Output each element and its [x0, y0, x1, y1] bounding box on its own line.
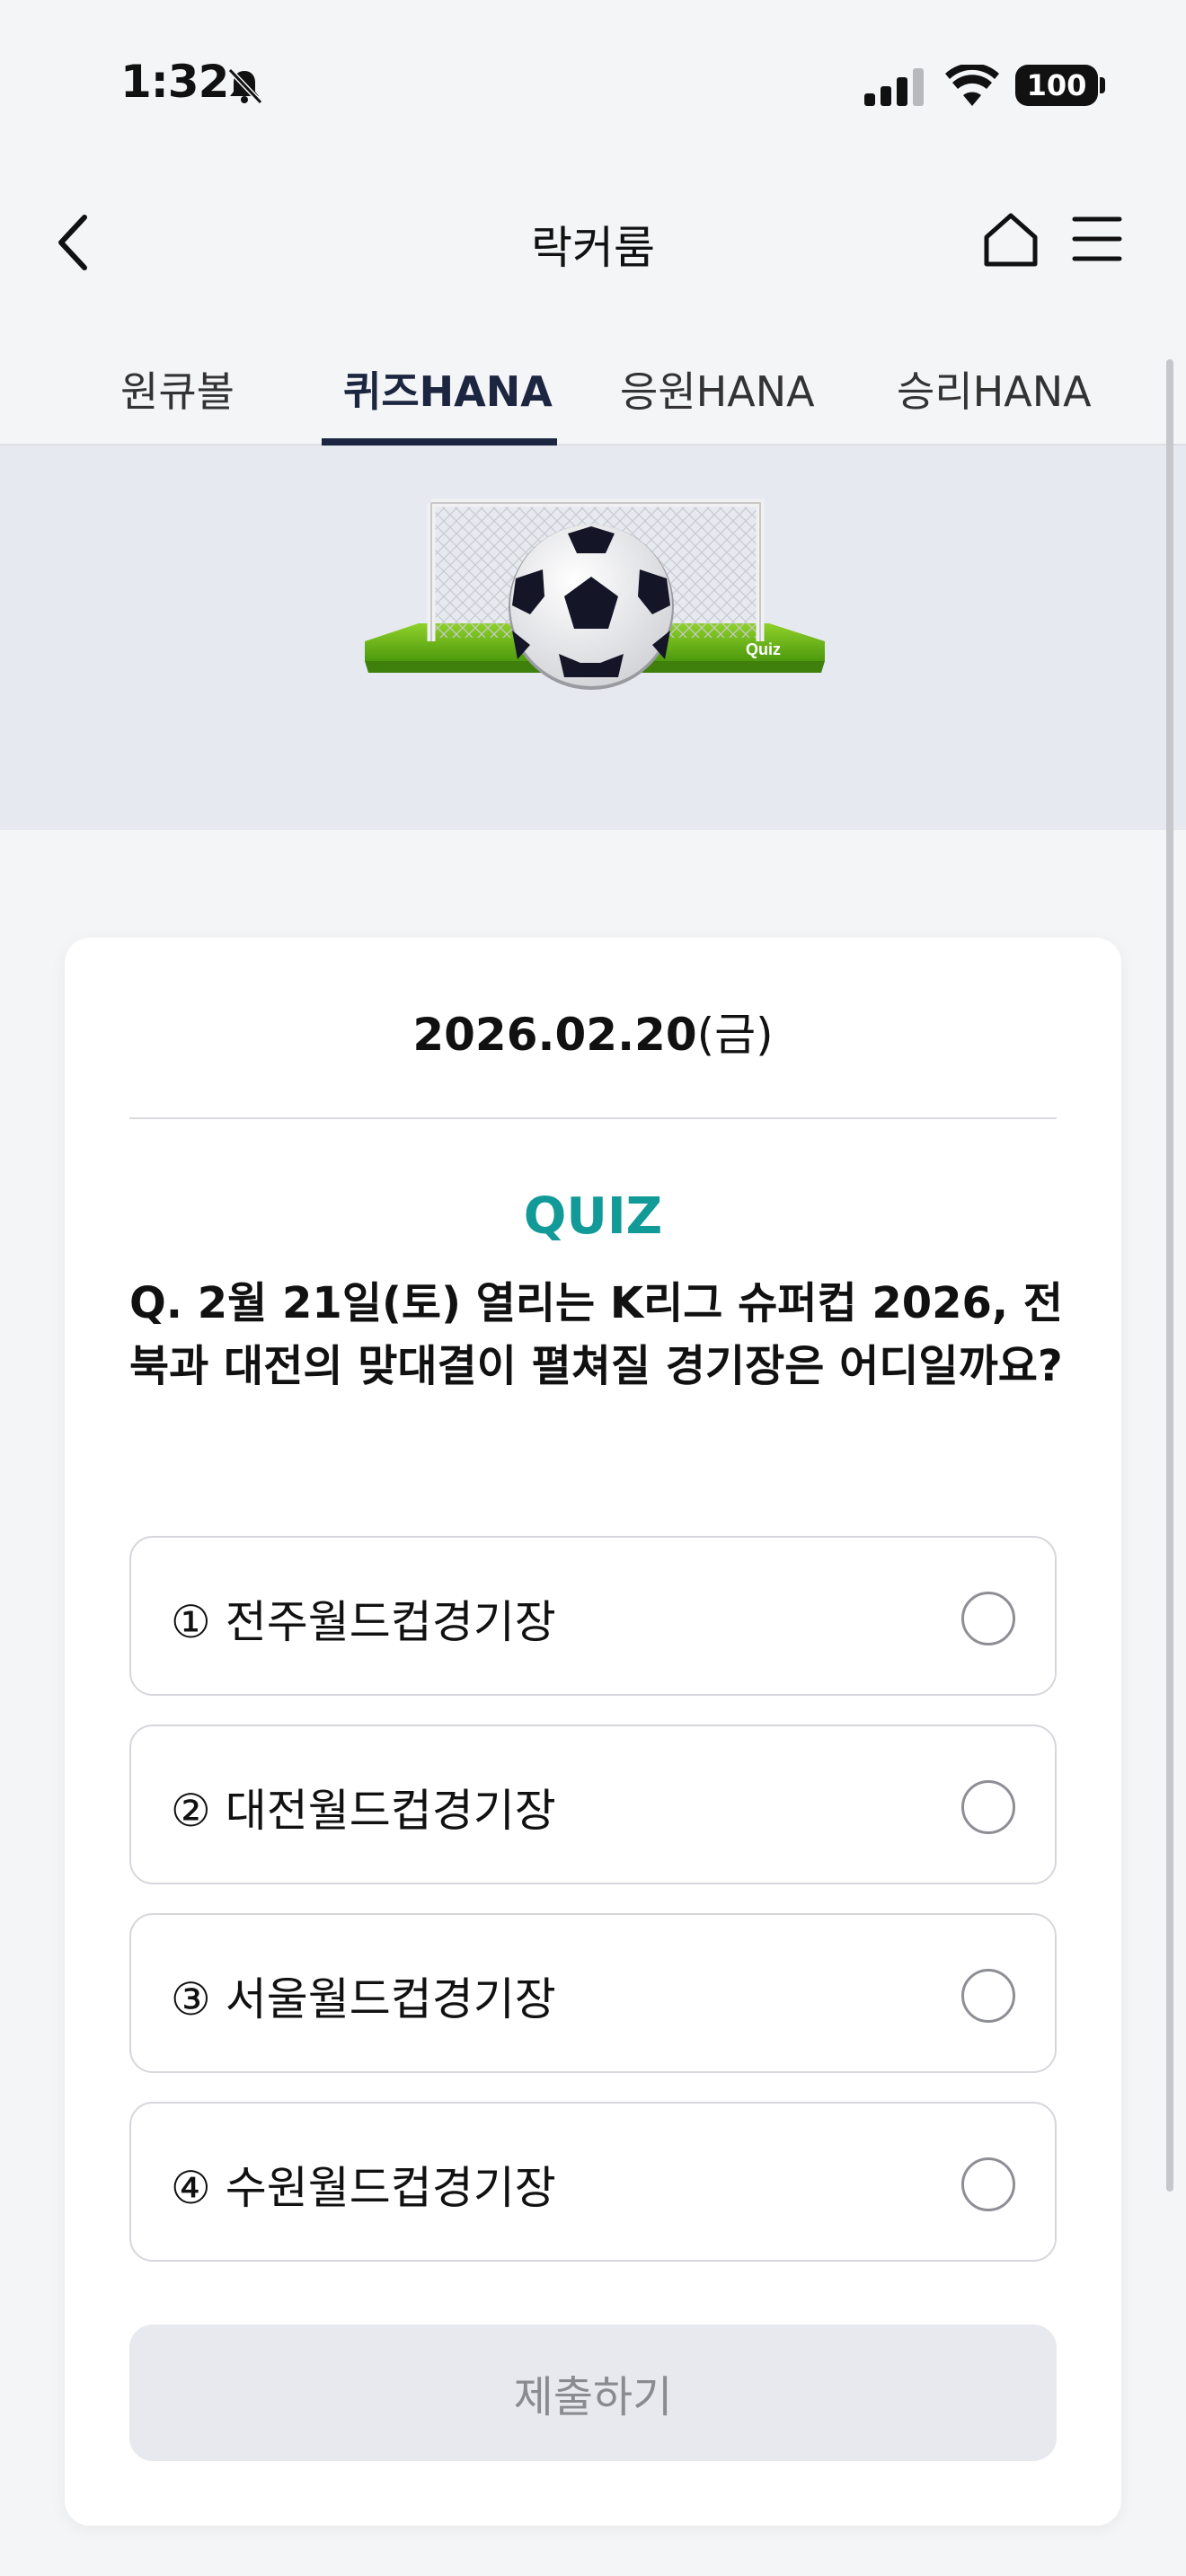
- option-1[interactable]: ① 전주월드컵경기장: [129, 1536, 1057, 1696]
- option-label: ③ 서울월드컵경기장: [171, 1973, 556, 2025]
- home-icon[interactable]: [981, 210, 1040, 269]
- divider: [129, 1117, 1057, 1119]
- battery-icon: 100: [1015, 65, 1098, 106]
- radio-icon[interactable]: [961, 2157, 1015, 2211]
- radio-icon[interactable]: [961, 1780, 1015, 1834]
- signal-icon: [864, 68, 924, 106]
- tab-bar: 원큐볼 퀴즈HANA 응원HANA 승리HANA: [0, 314, 1186, 446]
- tab-cheer-hana[interactable]: 응원HANA: [620, 359, 815, 419]
- battery-cap: [1100, 77, 1105, 93]
- option-label: ② 대전월드컵경기장: [171, 1785, 556, 1837]
- option-label: ④ 수원월드컵경기장: [171, 2162, 556, 2214]
- scrollbar[interactable]: [1166, 359, 1173, 2192]
- quiz-question: Q. 2월 21일(토) 열리는 K리그 슈퍼컵 2026, 전북과 대전의 맞…: [129, 1278, 1064, 1391]
- option-4[interactable]: ④ 수원월드컵경기장: [129, 2102, 1057, 2262]
- wifi-icon: [945, 65, 999, 106]
- battery-level: 100: [1026, 68, 1087, 102]
- status-time: 1:32: [120, 56, 229, 108]
- tab-victory-hana[interactable]: 승리HANA: [897, 359, 1092, 419]
- status-bar: 1:32 100: [0, 0, 1186, 171]
- radio-icon[interactable]: [961, 1592, 1015, 1645]
- quiz-weekday: (금): [696, 1009, 774, 1061]
- option-2[interactable]: ② 대전월드컵경기장: [129, 1725, 1057, 1884]
- active-tab-indicator: [322, 438, 557, 446]
- quiz-card: 2026.02.20(금) QUIZ Q. 2월 21일(토) 열리는 K리그 …: [65, 938, 1121, 2526]
- quiz-date: 2026.02.20(금): [65, 999, 1121, 1063]
- submit-button[interactable]: 제출하기: [129, 2325, 1057, 2461]
- quiz-date-value: 2026.02.20: [412, 1009, 697, 1061]
- radio-icon[interactable]: [961, 1969, 1015, 2023]
- tab-quiz-hana[interactable]: 퀴즈HANA: [343, 359, 553, 419]
- quiz-label: QUIZ: [523, 1187, 663, 1246]
- banner-badge: Quiz: [746, 640, 781, 658]
- tab-onequeball[interactable]: 원큐볼: [120, 359, 235, 419]
- menu-icon[interactable]: [1071, 214, 1123, 264]
- bell-off-icon: [227, 67, 263, 105]
- quiz-banner: Quiz: [0, 446, 1186, 830]
- option-label: ① 전주월드컵경기장: [171, 1596, 556, 1648]
- option-3[interactable]: ③ 서울월드컵경기장: [129, 1913, 1057, 2073]
- app-header: 락커룸: [0, 171, 1186, 314]
- soccer-goal-illustration: Quiz: [365, 498, 825, 690]
